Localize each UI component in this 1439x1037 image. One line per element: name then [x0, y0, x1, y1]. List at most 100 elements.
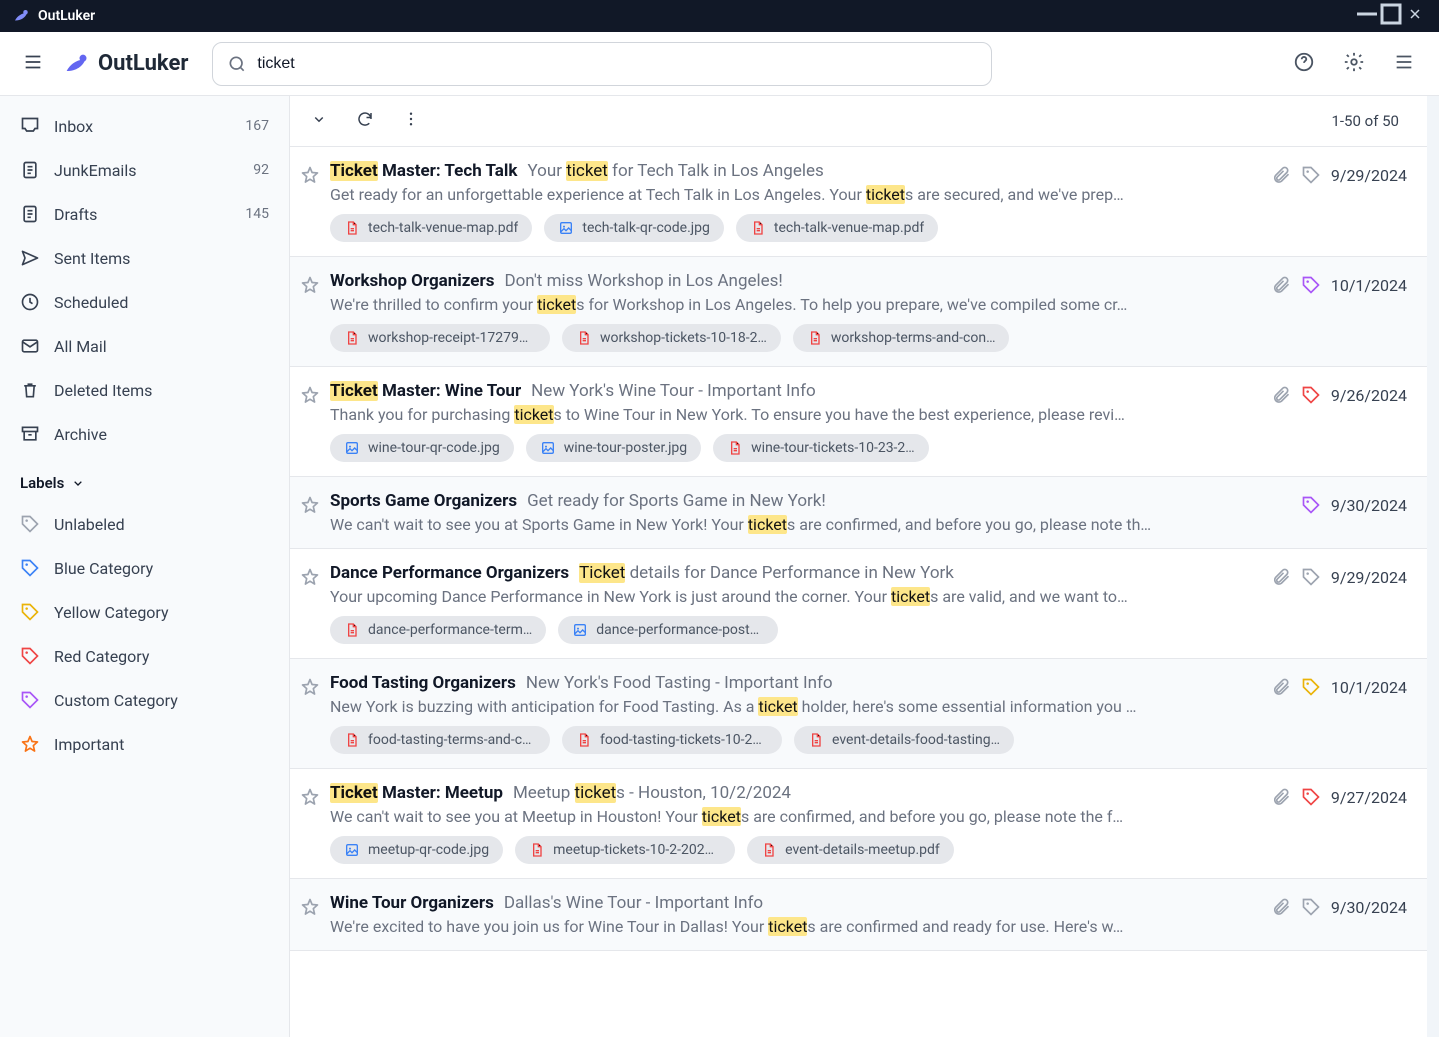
document-icon	[576, 330, 592, 346]
tag-icon	[1301, 275, 1321, 295]
sidebar-folder-sent-items[interactable]: Sent Items	[0, 236, 289, 280]
email-subject: Ticket details for Dance Performance in …	[579, 563, 954, 583]
email-date: 9/26/2024	[1331, 386, 1407, 405]
star-icon	[300, 385, 320, 405]
email-row[interactable]: Sports Game Organizers Get ready for Spo…	[290, 477, 1427, 549]
attachment-chip[interactable]: tech-talk-venue-map.pdf	[736, 214, 938, 242]
attachment-chip[interactable]: tech-talk-venue-map.pdf	[330, 214, 532, 242]
document-icon	[727, 440, 743, 456]
star-button[interactable]	[300, 673, 320, 701]
sidebar-folder-all-mail[interactable]: All Mail	[0, 324, 289, 368]
attachment-chip[interactable]: meetup-tickets-10-2-2024…	[515, 836, 735, 864]
document-icon	[344, 220, 360, 236]
attachment-chip[interactable]: tech-talk-qr-code.jpg	[544, 214, 723, 242]
attachment-name: tech-talk-qr-code.jpg	[582, 220, 709, 236]
attachment-name: tech-talk-venue-map.pdf	[368, 220, 518, 236]
attachments: dance-performance-term… dance-performance…	[330, 616, 1261, 644]
attachment-chip[interactable]: workshop-tickets-10-18-2…	[562, 324, 781, 352]
refresh-button[interactable]	[356, 110, 374, 132]
attachment-chip[interactable]: workshop-receipt-172790…	[330, 324, 550, 352]
paperclip-icon	[1271, 385, 1291, 405]
brand-icon	[62, 50, 90, 78]
attachment-chip[interactable]: workshop-terms-and-con…	[793, 324, 1010, 352]
attachment-chip[interactable]: wine-tour-poster.jpg	[526, 434, 701, 462]
attachment-chip[interactable]: event-details-meetup.pdf	[747, 836, 954, 864]
sidebar-folder-junkemails[interactable]: JunkEmails 92	[0, 148, 289, 192]
labels-section-title[interactable]: Labels	[0, 456, 289, 502]
attachment-chip[interactable]: food-tasting-tickets-10-24…	[562, 726, 782, 754]
star-button[interactable]	[300, 381, 320, 409]
email-snippet: We're excited to have you join us for Wi…	[330, 917, 1261, 936]
hamburger-button[interactable]	[16, 45, 50, 83]
email-row[interactable]: Workshop Organizers Don't miss Workshop …	[290, 257, 1427, 367]
sidebar-label-custom-category[interactable]: Custom Category	[0, 678, 289, 722]
search-input[interactable]	[257, 55, 977, 73]
toolbar: 1-50 of 50	[290, 96, 1427, 147]
search-icon	[227, 54, 247, 74]
email-row[interactable]: Ticket Master: Wine Tour New York's Wine…	[290, 367, 1427, 477]
email-sender: Dance Performance Organizers	[330, 563, 569, 583]
email-subject: Meetup tickets - Houston, 10/2/2024	[513, 783, 791, 803]
star-button[interactable]	[300, 161, 320, 189]
tag-icon	[1301, 165, 1321, 185]
email-sender: Ticket Master: Wine Tour	[330, 381, 521, 401]
star-button[interactable]	[300, 563, 320, 591]
email-subject: Your ticket for Tech Talk in Los Angeles	[528, 161, 824, 181]
attachment-name: dance-performance-poste…	[596, 622, 764, 638]
attachment-chip[interactable]: wine-tour-qr-code.jpg	[330, 434, 514, 462]
brand: OutLuker	[62, 50, 188, 78]
email-date: 9/27/2024	[1331, 788, 1407, 807]
sidebar-folder-inbox[interactable]: Inbox 167	[0, 104, 289, 148]
email-list[interactable]: Ticket Master: Tech Talk Your ticket for…	[290, 147, 1427, 1037]
mail-icon	[20, 336, 40, 356]
attachment-chip[interactable]: dance-performance-term…	[330, 616, 546, 644]
sidebar-label-unlabeled[interactable]: Unlabeled	[0, 502, 289, 546]
paperclip-icon	[1271, 165, 1291, 185]
email-sender: Sports Game Organizers	[330, 491, 517, 511]
email-row[interactable]: Wine Tour Organizers Dallas's Wine Tour …	[290, 879, 1427, 951]
window-maximize-button[interactable]	[1379, 2, 1403, 30]
folder-count: 145	[245, 206, 269, 222]
sidebar-label-yellow-category[interactable]: Yellow Category	[0, 590, 289, 634]
email-row[interactable]: Ticket Master: Meetup Meetup tickets - H…	[290, 769, 1427, 879]
sidebar-folder-drafts[interactable]: Drafts 145	[0, 192, 289, 236]
app-menu-button[interactable]	[1385, 43, 1423, 85]
email-row[interactable]: Food Tasting Organizers New York's Food …	[290, 659, 1427, 769]
attachment-chip[interactable]: wine-tour-tickets-10-23-2…	[713, 434, 929, 462]
sidebar-label-important[interactable]: Important	[0, 722, 289, 766]
attachment-name: meetup-qr-code.jpg	[368, 842, 489, 858]
star-button[interactable]	[300, 783, 320, 811]
star-icon	[300, 897, 320, 917]
search-box[interactable]	[212, 42, 992, 86]
star-button[interactable]	[300, 271, 320, 299]
select-all-dropdown[interactable]	[310, 110, 328, 132]
sidebar-label-blue-category[interactable]: Blue Category	[0, 546, 289, 590]
star-button[interactable]	[300, 491, 320, 519]
sidebar-folder-scheduled[interactable]: Scheduled	[0, 280, 289, 324]
attachment-chip[interactable]: meetup-qr-code.jpg	[330, 836, 503, 864]
label-text: Blue Category	[54, 559, 153, 578]
attachment-chip[interactable]: dance-performance-poste…	[558, 616, 778, 644]
refresh-icon	[356, 110, 374, 128]
image-icon	[540, 440, 556, 456]
attachment-name: event-details-food-tasting…	[832, 732, 1000, 748]
attachment-chip[interactable]: event-details-food-tasting…	[794, 726, 1014, 754]
more-actions-button[interactable]	[402, 110, 420, 132]
gear-icon	[1343, 51, 1365, 73]
sidebar-label-red-category[interactable]: Red Category	[0, 634, 289, 678]
sidebar-folder-archive[interactable]: Archive	[0, 412, 289, 456]
window-minimize-button[interactable]	[1355, 2, 1379, 30]
label-text: Yellow Category	[54, 603, 169, 622]
star-icon	[20, 734, 40, 754]
email-row[interactable]: Dance Performance Organizers Ticket deta…	[290, 549, 1427, 659]
email-date: 10/1/2024	[1331, 276, 1407, 295]
star-button[interactable]	[300, 893, 320, 921]
document-icon	[576, 732, 592, 748]
star-icon	[300, 165, 320, 185]
settings-button[interactable]	[1335, 43, 1373, 85]
window-close-button[interactable]	[1403, 8, 1427, 24]
email-row[interactable]: Ticket Master: Tech Talk Your ticket for…	[290, 147, 1427, 257]
attachment-chip[interactable]: food-tasting-terms-and-co…	[330, 726, 550, 754]
help-button[interactable]	[1285, 43, 1323, 85]
sidebar-folder-deleted-items[interactable]: Deleted Items	[0, 368, 289, 412]
